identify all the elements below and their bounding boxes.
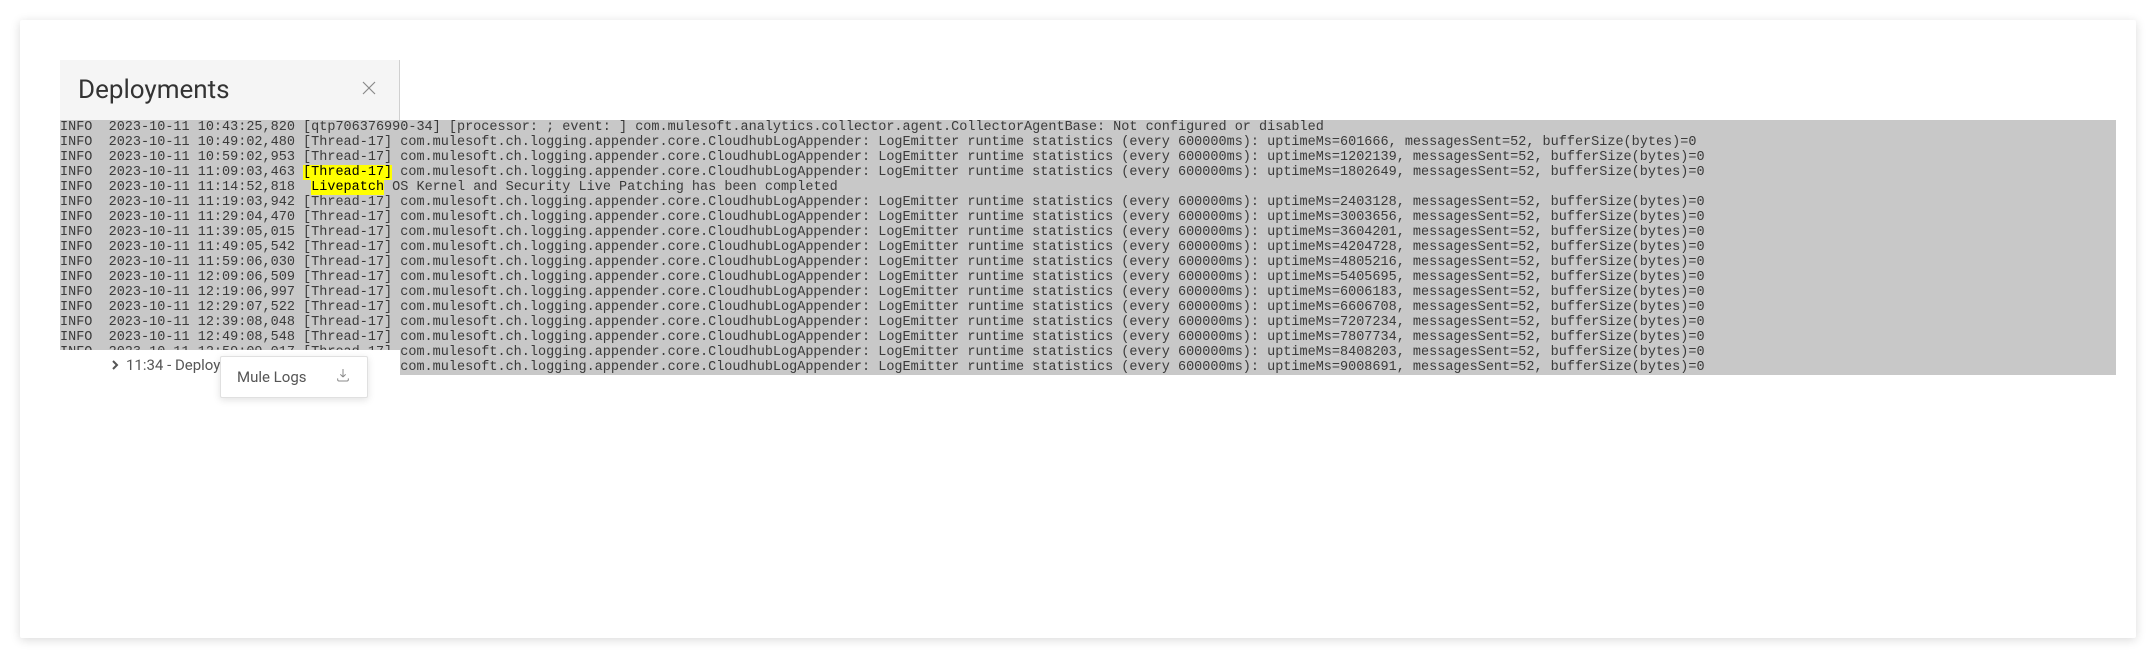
log-line: INFO 2023-10-11 11:59:06,030 [Thread-17]… <box>60 255 2116 270</box>
close-icon <box>360 79 378 101</box>
log-line: INFO 2023-10-11 11:09:03,463 [Thread-17]… <box>60 165 2116 180</box>
log-line: INFO 2023-10-11 11:39:05,015 [Thread-17]… <box>60 225 2116 240</box>
log-line: INFO 2023-10-11 12:39:08,048 [Thread-17]… <box>60 315 2116 330</box>
log-line: INFO 2023-10-11 11:19:03,942 [Thread-17]… <box>60 195 2116 210</box>
log-line: INFO 2023-10-11 11:14:52,818 Livepatch O… <box>60 180 2116 195</box>
panel-container: Deployments INFO 2023-10-11 10:43:25,820… <box>20 20 2136 638</box>
sidebar-header: Deployments <box>60 60 400 120</box>
deployments-sidebar: Deployments <box>60 60 400 120</box>
mule-logs-button[interactable]: Mule Logs <box>220 356 368 398</box>
log-line: INFO 2023-10-11 11:29:04,470 [Thread-17]… <box>60 210 2116 225</box>
log-line: INFO 2023-10-11 12:49:08,548 [Thread-17]… <box>60 330 2116 345</box>
log-line: INFO 2023-10-11 10:59:02,953 [Thread-17]… <box>60 150 2116 165</box>
close-button[interactable] <box>357 78 381 102</box>
log-line: INFO 2023-10-11 12:19:06,997 [Thread-17]… <box>60 285 2116 300</box>
sidebar-title: Deployments <box>78 75 230 105</box>
log-line: INFO 2023-10-11 12:09:06,509 [Thread-17]… <box>60 270 2116 285</box>
mule-logs-label: Mule Logs <box>237 368 307 386</box>
download-icon <box>335 367 351 387</box>
log-viewer[interactable]: INFO 2023-10-11 10:43:25,820 [qtp7063769… <box>60 120 2116 375</box>
chevron-right-icon <box>110 356 120 374</box>
log-line: INFO 2023-10-11 11:49:05,542 [Thread-17]… <box>60 240 2116 255</box>
log-line: INFO 2023-10-11 12:29:07,522 [Thread-17]… <box>60 300 2116 315</box>
log-line: INFO 2023-10-11 10:49:02,480 [Thread-17]… <box>60 135 2116 150</box>
log-line: INFO 2023-10-11 10:43:25,820 [qtp7063769… <box>60 120 2116 135</box>
